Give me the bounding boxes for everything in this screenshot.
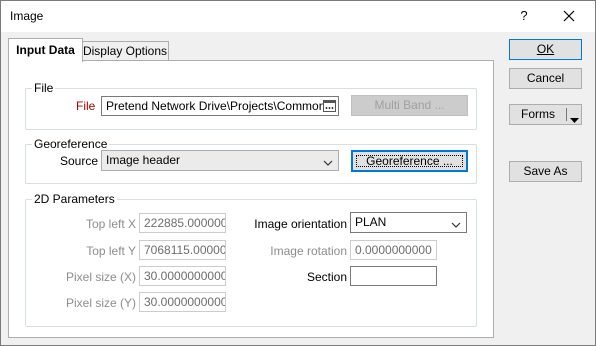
image-dialog: Image ? Input Data Display Options File … <box>0 0 596 346</box>
section-field[interactable] <box>350 266 437 286</box>
tab-input-data[interactable]: Input Data <box>8 38 83 62</box>
file-label: File <box>76 99 96 113</box>
chevron-down-icon[interactable] <box>570 111 579 130</box>
pixel-size-x-field[interactable]: 30.0000000000 <box>139 266 226 286</box>
source-value: Image header <box>106 153 181 167</box>
forms-button[interactable]: Forms <box>509 104 582 125</box>
tab-display-options[interactable]: Display Options <box>81 41 169 62</box>
help-icon[interactable]: ? <box>514 6 534 26</box>
2d-parameters-group: 2D Parameters Top left X 222885.0000000 … <box>25 192 477 327</box>
section-label: Section <box>306 270 347 284</box>
browse-icon[interactable] <box>323 100 336 112</box>
multi-band-button[interactable]: Multi Band ... <box>351 95 468 116</box>
save-as-button-label: Save As <box>523 164 568 178</box>
cancel-button-label: Cancel <box>526 71 565 85</box>
top-left-y-label: Top left Y <box>86 244 136 258</box>
focus-indicator <box>356 155 463 167</box>
split-divider <box>566 108 567 121</box>
top-left-x-field[interactable]: 222885.0000000 <box>139 213 226 233</box>
cancel-button[interactable]: Cancel <box>509 68 582 89</box>
ok-button[interactable]: OK <box>509 39 582 60</box>
georeference-button[interactable]: Georeference ... <box>351 150 468 172</box>
top-left-y-field[interactable]: 7068115.000000 <box>139 240 226 260</box>
ok-button-label: OK <box>536 42 555 56</box>
pixel-size-y-label: Pixel size (Y) <box>65 296 136 310</box>
image-orientation-select[interactable]: PLAN <box>350 212 467 233</box>
title-bar: Image ? <box>1 1 595 32</box>
georeference-group-title: Georeference <box>32 137 110 151</box>
pixel-size-y-field[interactable]: 30.0000000000 <box>139 292 226 312</box>
image-rotation-field[interactable]: 0.0000000000 <box>350 240 437 260</box>
file-field[interactable]: Pretend Network Drive\Projects\Common\I <box>101 96 339 116</box>
pixel-size-x-label: Pixel size (X) <box>65 270 136 284</box>
close-icon[interactable] <box>556 6 582 26</box>
file-group-title: File <box>32 81 56 95</box>
chevron-down-icon <box>451 218 461 228</box>
image-orientation-label: Image orientation <box>254 217 347 231</box>
top-left-x-label: Top left X <box>85 217 136 231</box>
2d-parameters-group-title: 2D Parameters <box>32 192 117 206</box>
source-select[interactable]: Image header <box>101 150 339 171</box>
input-data-panel: File File Pretend Network Drive\Projects… <box>8 60 494 338</box>
save-as-button[interactable]: Save As <box>509 161 582 182</box>
forms-button-label: Forms <box>521 107 555 121</box>
image-orientation-value: PLAN <box>355 215 387 229</box>
source-label: Source <box>59 154 98 168</box>
window-title: Image <box>10 9 44 23</box>
georeference-group: Georeference Source Image header Georefe… <box>25 137 477 184</box>
chevron-down-icon <box>323 156 333 166</box>
file-value: Pretend Network Drive\Projects\Common\I <box>106 99 333 113</box>
file-group: File File Pretend Network Drive\Projects… <box>25 81 477 130</box>
image-rotation-label: Image rotation <box>270 244 347 258</box>
